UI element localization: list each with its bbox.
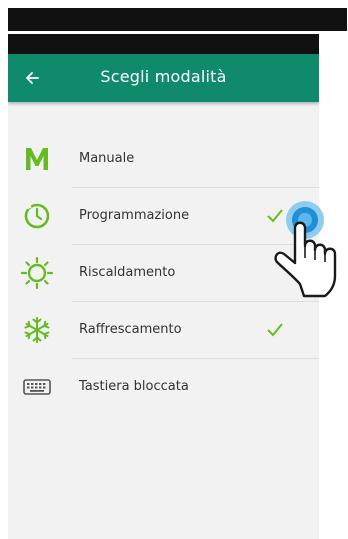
mode-list: Manuale Programmazione Riscaldamento Raf… xyxy=(8,131,319,416)
app-bar: Scegli modalità xyxy=(8,54,319,102)
check-icon xyxy=(267,323,283,337)
keyboard-lock-icon xyxy=(20,370,54,404)
mode-item-raffrescamento[interactable]: Raffrescamento xyxy=(8,302,319,359)
top-strip xyxy=(8,34,319,54)
cooling-snowflake-icon xyxy=(20,313,54,347)
mode-item-riscaldamento[interactable]: Riscaldamento xyxy=(8,245,319,302)
mode-label: Raffrescamento xyxy=(79,322,182,337)
check-icon xyxy=(267,209,283,223)
mode-label: Manuale xyxy=(79,151,135,166)
mode-item-tastiera-bloccata[interactable]: Tastiera bloccata xyxy=(8,359,319,416)
heating-sun-icon xyxy=(20,256,54,290)
manual-m-icon xyxy=(20,142,54,176)
mode-item-manuale[interactable]: Manuale xyxy=(8,131,319,188)
status-bar xyxy=(8,8,347,31)
mode-label: Tastiera bloccata xyxy=(79,379,189,394)
mode-label: Riscaldamento xyxy=(79,265,176,280)
phone-screen: Scegli modalità Manuale Programmazione R… xyxy=(8,54,319,539)
mode-item-programmazione[interactable]: Programmazione xyxy=(8,188,319,245)
schedule-clock-icon xyxy=(20,199,54,233)
page-title: Scegli modalità xyxy=(100,67,227,86)
mode-label: Programmazione xyxy=(79,208,190,223)
